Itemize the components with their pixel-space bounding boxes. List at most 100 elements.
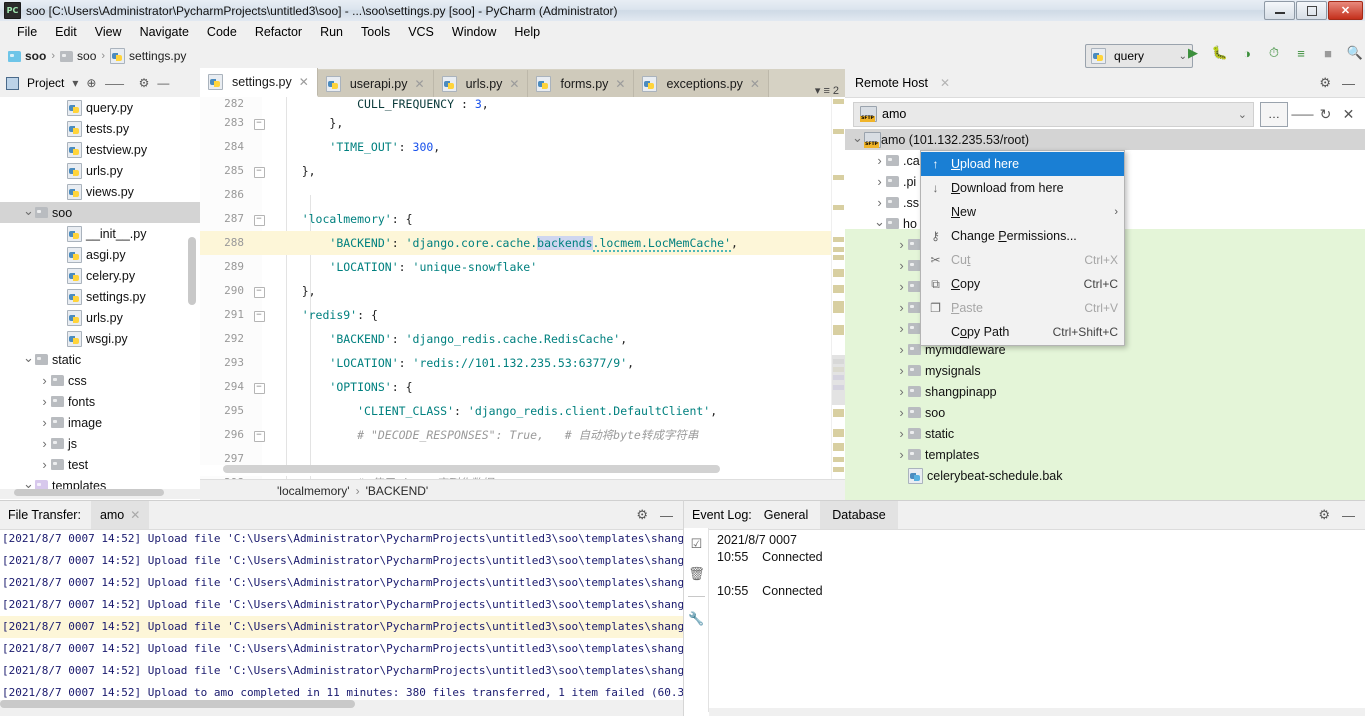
menu-code[interactable]: Code [198,23,246,41]
code-line[interactable]: 293 'LOCATION': 'redis://101.132.235.53:… [200,351,845,375]
chevron-right-icon[interactable] [895,384,908,399]
run-with-console-icon[interactable]: ≡ [1293,45,1309,61]
locate-file-icon[interactable]: ⊕ [86,76,96,90]
code-line[interactable]: 289 'LOCATION': 'unique-snowflake' [200,255,845,279]
project-tree-row[interactable]: css [0,370,200,391]
remote-tree-row[interactable]: shangpinapp [845,381,1365,402]
close-icon[interactable]: ✕ [615,77,625,91]
menu-refactor[interactable]: Refactor [246,23,311,41]
code-line[interactable]: 290− }, [200,279,845,303]
breadcrumb-item-module[interactable]: soo [77,49,96,63]
code-line[interactable]: 284 'TIME_OUT': 300, [200,135,845,159]
editor-tab-urls[interactable]: urls.py ✕ [433,70,529,97]
context-menu-item[interactable]: ⚷ Change Permissions... [921,224,1124,248]
fold-toggle-icon[interactable]: − [250,111,268,135]
remote-tree-row[interactable]: mysignals [845,360,1365,381]
chevron-down-icon[interactable]: ▾ [72,76,78,90]
tab-overflow-control[interactable]: ▾ ≡ 2 [815,84,845,98]
context-menu-item[interactable]: New › [921,200,1124,224]
chevron-right-icon[interactable] [895,258,908,273]
project-tree-row[interactable]: static [0,349,200,370]
fold-toggle-icon[interactable]: − [250,303,268,327]
code-line[interactable]: 295 'CLIENT_CLASS': 'django_redis.client… [200,399,845,423]
remote-tree-row[interactable]: soo [845,402,1365,423]
editor-hscrollbar[interactable] [200,465,830,476]
event-log-entries[interactable]: 2021/8/7 0007 10:55 Connected 10:55 Connec… [708,528,1365,712]
remote-tree-row[interactable]: amo (101.132.235.53/root) [845,129,1365,150]
code-line[interactable]: 291− 'redis9': { [200,303,845,327]
search-icon[interactable]: 🔍 [1347,45,1363,61]
code-line[interactable]: 283− }, [200,111,845,135]
remote-connection-select[interactable]: amo ⌄ [853,101,1254,127]
project-tree-row[interactable]: fonts [0,391,200,412]
mark-read-icon[interactable]: ☑ [691,536,703,552]
code-line[interactable]: 294− 'OPTIONS': { [200,375,845,399]
chevron-right-icon[interactable] [895,426,908,441]
project-tree-row[interactable]: test [0,454,200,475]
chevron-right-icon[interactable] [895,447,908,462]
close-icon[interactable]: ✕ [509,77,519,91]
chevron-right-icon[interactable] [895,405,908,420]
chevron-right-icon[interactable] [38,373,51,388]
gear-icon[interactable]: ⚙ [1318,507,1330,523]
minimize-button[interactable] [1264,1,1295,20]
hide-panel-icon[interactable]: — [660,508,673,523]
project-tree-row[interactable]: tests.py [0,118,200,139]
chevron-right-icon[interactable] [895,300,908,315]
fold-toggle-icon[interactable]: − [250,207,268,231]
chevron-right-icon[interactable] [38,457,51,472]
event-log-tab-database[interactable]: Database [820,501,898,529]
project-tree-row[interactable]: js [0,433,200,454]
menu-navigate[interactable]: Navigate [131,23,198,41]
chevron-right-icon[interactable] [895,342,908,357]
project-tree-scrollbar[interactable] [188,237,196,305]
chevron-right-icon[interactable] [38,436,51,451]
menu-tools[interactable]: Tools [352,23,399,41]
editor-tab-settings[interactable]: settings.py ✕ [200,68,318,97]
code-line[interactable]: 292 'BACKEND': 'django_redis.cache.Redis… [200,327,845,351]
project-tree-hscrollbar[interactable] [0,489,200,499]
profile-icon[interactable]: ⏱ [1266,45,1282,61]
code-line[interactable]: 287− 'localmemory': { [200,207,845,231]
collapse-all-icon[interactable]: ⸺ [1291,104,1314,124]
editor-tab-userapi[interactable]: userapi.py ✕ [317,70,434,97]
close-icon[interactable]: ✕ [750,77,760,91]
chevron-right-icon[interactable] [873,153,886,168]
breadcrumb-localmemory[interactable]: 'localmemory' [277,484,350,498]
gear-icon[interactable]: ⚙ [636,507,648,523]
context-menu-item[interactable]: ⧉ Copy Ctrl+C [921,272,1124,296]
code-editor[interactable]: 282 CULL_FREQUENCY : 3, 283− }, 284 'TIME_… [200,97,845,479]
chevron-down-icon[interactable] [851,132,864,148]
menu-edit[interactable]: Edit [46,23,86,41]
chevron-right-icon[interactable] [895,237,908,252]
project-tree-row[interactable]: settings.py [0,286,200,307]
project-tree-row[interactable]: testview.py [0,139,200,160]
editor-scrollbar[interactable] [831,97,845,479]
chevron-right-icon[interactable] [873,195,886,210]
remote-tree-row[interactable]: templates [845,444,1365,465]
gear-icon[interactable]: ⚙ [1319,75,1331,91]
menu-run[interactable]: Run [311,23,352,41]
hide-panel-icon[interactable]: — [1342,76,1355,91]
chevron-right-icon[interactable] [38,415,51,430]
coverage-icon[interactable]: ◑ [1239,45,1255,61]
menu-file[interactable]: File [8,23,46,41]
context-menu-item[interactable]: Copy Path Ctrl+Shift+C [921,320,1124,344]
fold-toggle-icon[interactable]: − [250,423,268,447]
run-icon[interactable]: ▶ [1185,45,1201,61]
menu-view[interactable]: View [86,23,131,41]
debug-icon[interactable]: 🐛 [1212,45,1228,61]
close-button[interactable]: ✕ [1328,1,1363,20]
fold-toggle-icon[interactable]: − [250,279,268,303]
code-line[interactable]: 282 CULL_FREQUENCY : 3, [200,97,845,111]
remote-host-context-menu[interactable]: ↑ Upload here ↓ Download from here New › ⚷ Chan… [920,150,1125,346]
browse-remote-host-button[interactable]: … [1260,101,1288,127]
remote-tree-row[interactable]: celerybeat-schedule.bak [845,465,1365,486]
run-configuration-selector[interactable]: query ⌄ [1085,44,1193,68]
breadcrumb-item-project[interactable]: soo [25,49,46,63]
hide-panel-icon[interactable]: — [157,76,169,90]
code-line[interactable]: 285− }, [200,159,845,183]
chevron-right-icon[interactable] [38,394,51,409]
wrench-icon[interactable]: 🔧 [688,611,704,627]
chevron-right-icon[interactable] [873,174,886,189]
